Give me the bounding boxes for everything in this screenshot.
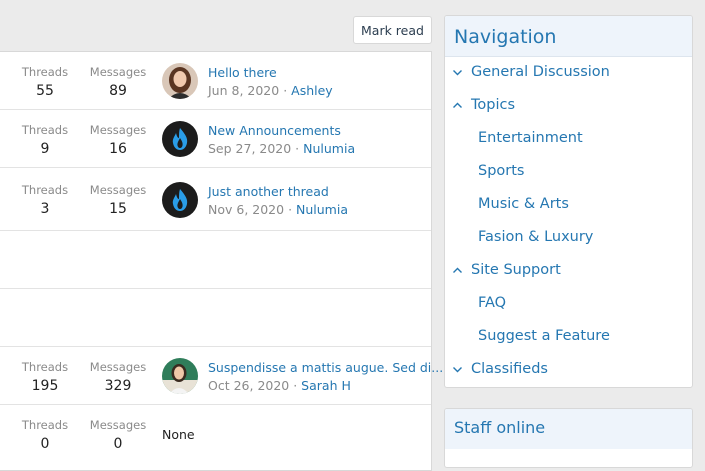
avatar[interactable] bbox=[162, 63, 198, 99]
nav-item-label: Sports bbox=[478, 163, 525, 179]
messages-stat: Messages 329 bbox=[88, 360, 148, 395]
latest-none: None bbox=[162, 427, 195, 442]
threads-label: Threads bbox=[21, 123, 69, 137]
messages-count: 0 bbox=[113, 436, 123, 452]
messages-count: 329 bbox=[104, 378, 132, 394]
latest-thread-link[interactable]: Hello there bbox=[208, 65, 277, 80]
nav-item-label: FAQ bbox=[478, 295, 507, 311]
latest-meta: Oct 26, 2020 · Sarah H bbox=[208, 378, 351, 393]
messages-label: Messages bbox=[89, 360, 147, 374]
threads-label: Threads bbox=[21, 418, 69, 432]
latest-date: Oct 26, 2020 bbox=[208, 378, 290, 393]
forum-row: Threads 55 Messages 89 Hello there Jun 8… bbox=[0, 52, 431, 110]
nav-item-sports[interactable]: Sports bbox=[478, 163, 524, 179]
nav-item-music-arts[interactable]: Music & Arts bbox=[478, 196, 569, 212]
latest-user-link[interactable]: Sarah H bbox=[301, 378, 351, 393]
messages-stat: Messages 16 bbox=[88, 123, 148, 158]
latest-meta: Sep 27, 2020 · Nulumia bbox=[208, 141, 355, 156]
latest-thread-link[interactable]: Just another thread bbox=[208, 184, 329, 199]
navigation-widget: Navigation General Discussion Topics Ent… bbox=[444, 15, 693, 388]
forum-row: Threads 0 Messages 0 None bbox=[0, 405, 431, 463]
nav-item-fashion-luxury[interactable]: Fasion & Luxury bbox=[478, 229, 593, 245]
messages-count: 16 bbox=[109, 141, 127, 157]
messages-label: Messages bbox=[89, 418, 147, 432]
chevron-up-icon[interactable] bbox=[452, 265, 463, 276]
nav-item-label: Fasion & Luxury bbox=[478, 229, 594, 245]
messages-stat: Messages 15 bbox=[88, 183, 148, 218]
latest-user-link[interactable]: Nulumia bbox=[296, 202, 348, 217]
threads-label: Threads bbox=[21, 183, 69, 197]
forum-row-empty bbox=[0, 289, 431, 347]
threads-count: 0 bbox=[40, 436, 50, 452]
latest-date: Jun 8, 2020 bbox=[208, 83, 280, 98]
latest-user-link[interactable]: Nulumia bbox=[303, 141, 355, 156]
nav-item-entertainment[interactable]: Entertainment bbox=[478, 130, 583, 146]
latest-thread-link[interactable]: New Announcements bbox=[208, 123, 341, 138]
forum-list: Threads 55 Messages 89 Hello there Jun 8… bbox=[0, 51, 443, 471]
meta-separator: · bbox=[291, 141, 304, 156]
latest-date: Sep 27, 2020 bbox=[208, 141, 292, 156]
nav-item-label: Entertainment bbox=[478, 130, 583, 146]
nav-item-site-support[interactable]: Site Support bbox=[452, 262, 561, 278]
avatar[interactable] bbox=[162, 358, 198, 394]
threads-stat: Threads 55 bbox=[15, 65, 75, 100]
threads-label: Threads bbox=[21, 360, 69, 374]
forum-row: Threads 3 Messages 15 Just another threa… bbox=[0, 168, 431, 231]
mark-read-button[interactable]: Mark read bbox=[353, 16, 432, 44]
nav-item-classifieds[interactable]: Classifieds bbox=[452, 361, 548, 377]
nav-item-label: General Discussion bbox=[471, 64, 610, 80]
threads-stat: Threads 0 bbox=[15, 418, 75, 453]
latest-thread-link[interactable]: Suspendisse a mattis augue. Sed di... bbox=[208, 360, 443, 375]
meta-separator: · bbox=[279, 83, 292, 98]
latest-meta: Jun 8, 2020 · Ashley bbox=[208, 83, 333, 98]
forum-row: Threads 195 Messages 329 Suspendisse a m… bbox=[0, 347, 443, 405]
latest-date: Nov 6, 2020 bbox=[208, 202, 285, 217]
nav-item-label: Music & Arts bbox=[478, 196, 569, 212]
messages-stat: Messages 89 bbox=[88, 65, 148, 100]
messages-count: 89 bbox=[109, 83, 127, 99]
chevron-up-icon[interactable] bbox=[452, 100, 463, 111]
threads-count: 3 bbox=[40, 201, 50, 217]
chevron-down-icon[interactable] bbox=[452, 67, 463, 78]
staff-online-widget: Staff online bbox=[444, 408, 693, 468]
nav-item-general-discussion[interactable]: General Discussion bbox=[452, 64, 610, 80]
nav-item-label: Suggest a Feature bbox=[478, 328, 610, 344]
threads-stat: Threads 195 bbox=[15, 360, 75, 395]
staff-online-title[interactable]: Staff online bbox=[445, 409, 692, 449]
navigation-title: Navigation bbox=[445, 16, 692, 57]
latest-user-link[interactable]: Ashley bbox=[291, 83, 333, 98]
nav-item-topics[interactable]: Topics bbox=[452, 97, 515, 113]
threads-count: 195 bbox=[31, 378, 59, 394]
nav-item-label: Classifieds bbox=[471, 361, 548, 377]
threads-stat: Threads 9 bbox=[15, 123, 75, 158]
meta-separator: · bbox=[284, 202, 297, 217]
avatar[interactable] bbox=[162, 121, 198, 157]
messages-stat: Messages 0 bbox=[88, 418, 148, 453]
chevron-down-icon[interactable] bbox=[452, 364, 463, 375]
forum-row-empty bbox=[0, 231, 431, 289]
nav-item-suggest-feature[interactable]: Suggest a Feature bbox=[478, 328, 610, 344]
messages-label: Messages bbox=[89, 65, 147, 79]
meta-separator: · bbox=[289, 378, 302, 393]
threads-stat: Threads 3 bbox=[15, 183, 75, 218]
nav-item-label: Topics bbox=[471, 97, 516, 113]
nav-item-label: Site Support bbox=[471, 262, 561, 278]
nav-item-faq[interactable]: FAQ bbox=[478, 295, 506, 311]
messages-label: Messages bbox=[89, 183, 147, 197]
messages-count: 15 bbox=[109, 201, 127, 217]
threads-count: 9 bbox=[40, 141, 50, 157]
threads-count: 55 bbox=[36, 83, 54, 99]
avatar[interactable] bbox=[162, 182, 198, 218]
latest-meta: Nov 6, 2020 · Nulumia bbox=[208, 202, 348, 217]
threads-label: Threads bbox=[21, 65, 69, 79]
messages-label: Messages bbox=[89, 123, 147, 137]
forum-row: Threads 9 Messages 16 New Announcements … bbox=[0, 110, 431, 168]
